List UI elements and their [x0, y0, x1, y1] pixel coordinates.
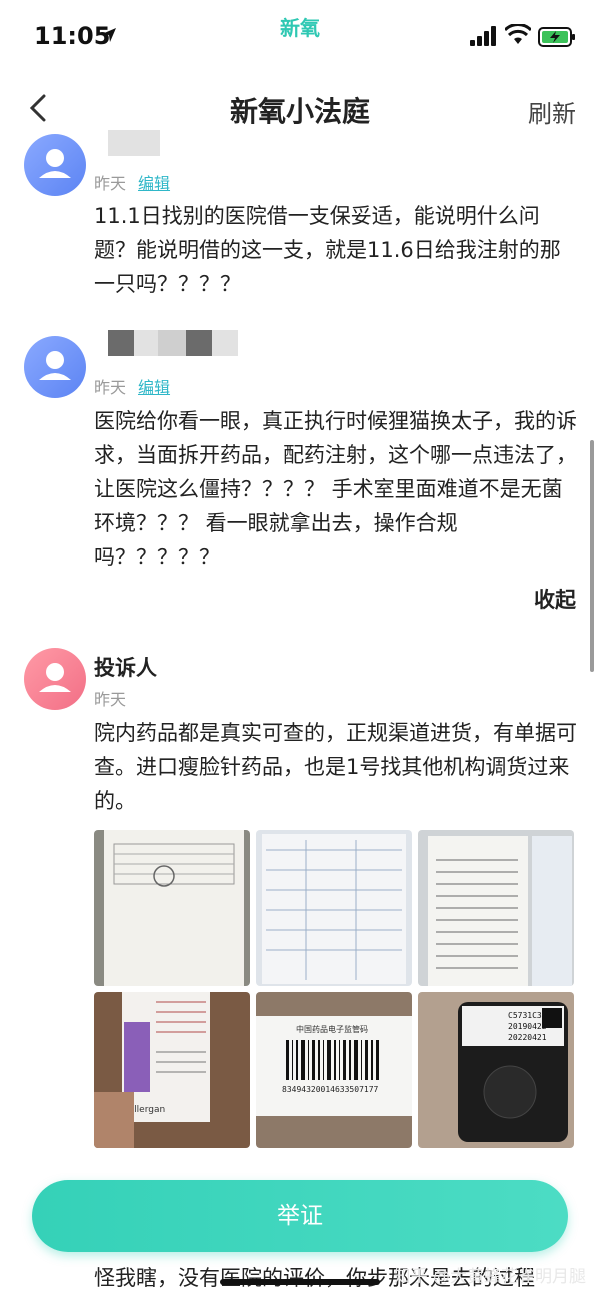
document-photo-graphic — [94, 830, 250, 986]
document-photo[interactable] — [94, 830, 250, 986]
comment-text: 院内药品都是真实可查的，正规渠道进货，有单据可查。进口瘦脸针药品，也是1号找其他… — [94, 721, 577, 813]
battery-charging-icon — [538, 27, 575, 47]
avatar[interactable] — [24, 134, 86, 196]
nav-bar: 新氧小法庭 刷新 — [0, 76, 600, 140]
invoice-photo[interactable] — [256, 830, 412, 986]
manufacture-date: 20190422 — [508, 1022, 547, 1031]
vial-label-photo[interactable]: C5731C3 20190422 20220421 — [418, 992, 574, 1148]
status-bar: 11:05 新氧 — [0, 0, 600, 72]
user-silhouette-icon — [39, 351, 71, 380]
user-silhouette-icon — [39, 149, 71, 178]
barcode-photo-graphic: 中国药品电子监管码 83494320014633507177 — [256, 992, 412, 1148]
edit-link[interactable]: 编辑 — [138, 174, 170, 193]
watermark: 知乎 @大黄蜂花雀明月腿 — [393, 1267, 586, 1287]
vial-box-photo-graphic: Allergan — [94, 992, 250, 1148]
avatar[interactable] — [24, 336, 86, 398]
comment-text: 11.1日找别的医院借一支保妥适，能说明什么问题？能说明借的这一支，就是11.6… — [94, 204, 561, 296]
comment-time: 昨天 — [94, 378, 127, 397]
redacted-username — [108, 130, 168, 156]
page-title: 新氧小法庭 — [229, 95, 370, 128]
vial-box-photo[interactable]: Allergan — [94, 992, 250, 1148]
comment-author: 投诉人 — [94, 656, 157, 680]
refresh-button[interactable]: 刷新 — [528, 94, 576, 129]
home-indicator — [220, 1279, 380, 1285]
barcode-number: 83494320014633507177 — [282, 1085, 379, 1094]
comment-text: 医院给你看一眼，真正执行时候狸猫换太子，我的诉求，当面拆开药品，配药注射，这个哪… — [94, 409, 577, 569]
log-sheet-photo-graphic — [418, 830, 574, 986]
scrollbar[interactable] — [590, 440, 594, 672]
log-sheet-photo[interactable] — [418, 830, 574, 986]
signal-icon — [470, 26, 496, 46]
comment-time: 昨天 — [94, 174, 127, 193]
user-silhouette-icon — [39, 663, 71, 692]
expiry-date: 20220421 — [508, 1033, 547, 1042]
invoice-photo-graphic — [256, 830, 412, 986]
barcode-photo[interactable]: 中国药品电子监管码 83494320014633507177 — [256, 992, 412, 1148]
redacted-username — [108, 330, 238, 356]
edit-link[interactable]: 编辑 — [138, 378, 170, 397]
evidence-button[interactable]: 举证 — [32, 1180, 568, 1252]
comment-time: 昨天 — [94, 690, 127, 709]
wifi-icon — [505, 24, 531, 44]
lot-number: C5731C3 — [508, 1011, 542, 1020]
avatar[interactable] — [24, 648, 86, 710]
collapse-button[interactable]: 收起 — [534, 584, 576, 614]
vial-label-photo-graphic: C5731C3 20190422 20220421 — [418, 992, 574, 1148]
comment-meta: 昨天 编辑 — [94, 170, 170, 194]
barcode-caption: 中国药品电子监管码 — [296, 1024, 368, 1034]
image-grid: Allergan 中国药品电子监管码 83494320014633507177 … — [94, 830, 576, 1148]
comment-meta: 昨天 编辑 — [94, 374, 170, 398]
